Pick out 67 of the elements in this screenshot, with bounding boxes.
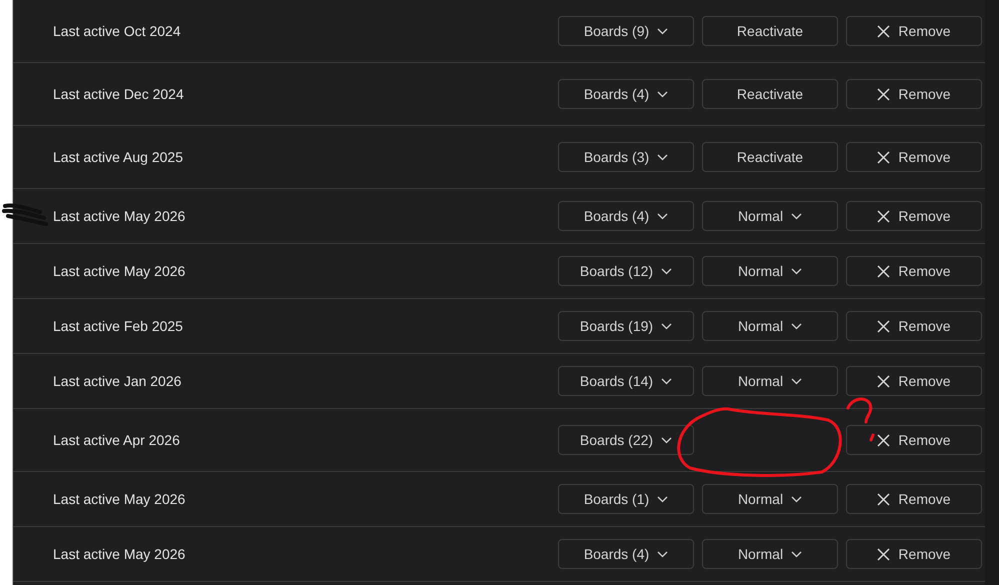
remove-button[interactable]: Remove <box>846 539 982 569</box>
reactivate-button[interactable]: Reactivate <box>702 79 838 109</box>
close-icon <box>877 374 890 388</box>
chevron-down-icon <box>657 550 668 558</box>
boards-dropdown[interactable]: Boards (3) <box>558 142 694 172</box>
last-active-text: Last active May 2026 <box>53 490 186 506</box>
close-icon <box>877 434 890 446</box>
remove-button[interactable]: Remove <box>846 79 982 109</box>
reactivate-button[interactable]: Reactivate <box>702 142 838 172</box>
reactivate-button[interactable]: Reactivate <box>702 16 838 46</box>
last-active-text: Last active May 2026 <box>53 262 186 278</box>
chevron-down-icon <box>657 90 668 98</box>
chevron-down-icon <box>791 378 802 384</box>
question-mark-drawing <box>846 398 874 442</box>
last-active-text: Last active Apr 2026 <box>53 432 180 448</box>
remove-button[interactable]: Remove <box>846 311 982 341</box>
chevron-down-icon <box>791 268 802 274</box>
status-dropdown[interactable]: Normal <box>702 539 838 569</box>
remove-button[interactable]: Remove <box>846 142 982 172</box>
chevron-down-icon <box>657 496 668 502</box>
status-dropdown[interactable]: Normal <box>702 201 838 231</box>
close-icon <box>877 320 890 332</box>
close-icon <box>877 24 890 38</box>
remove-button[interactable]: Remove <box>846 201 982 231</box>
boards-dropdown[interactable]: Boards (14) <box>558 366 694 396</box>
scribble-drawing <box>2 204 48 226</box>
remove-button[interactable]: Remove <box>846 256 982 286</box>
last-active-text: Last active Jan 2026 <box>53 372 182 388</box>
last-active-text: Last active Feb 2025 <box>53 318 183 334</box>
last-active-text: Last active Aug 2025 <box>53 148 183 164</box>
close-icon <box>877 264 890 278</box>
chevron-down-icon <box>661 436 672 444</box>
status-dropdown[interactable]: Normal <box>702 484 838 514</box>
chevron-down-icon <box>791 212 802 220</box>
chevron-down-icon <box>657 212 668 220</box>
status-dropdown[interactable]: Normal <box>702 366 838 396</box>
boards-dropdown[interactable]: Boards (4) <box>558 201 694 231</box>
last-active-text: Last active May 2026 <box>53 208 186 224</box>
close-icon <box>877 88 890 100</box>
chevron-down-icon <box>657 28 668 34</box>
last-active-text: Last active Oct 2024 <box>53 22 181 38</box>
boards-dropdown[interactable]: Boards (4) <box>558 539 694 569</box>
close-icon <box>877 492 890 506</box>
chevron-down-icon <box>661 268 672 274</box>
remove-button[interactable]: Remove <box>846 366 982 396</box>
remove-button[interactable]: Remove <box>846 16 982 46</box>
chevron-down-icon <box>791 322 802 330</box>
boards-dropdown[interactable]: Boards (9) <box>558 16 694 46</box>
status-dropdown[interactable]: Normal <box>702 256 838 286</box>
chevron-down-icon <box>657 154 668 160</box>
boards-dropdown[interactable]: Boards (19) <box>558 311 694 341</box>
boards-dropdown[interactable]: Boards (4) <box>558 79 694 109</box>
last-active-text: Last active May 2026 <box>53 546 186 562</box>
close-icon <box>877 548 890 560</box>
status-dropdown[interactable]: Normal <box>702 311 838 341</box>
remove-button[interactable]: Remove <box>846 425 982 455</box>
boards-dropdown[interactable]: Boards (1) <box>558 484 694 514</box>
close-icon <box>877 210 890 222</box>
chevron-down-icon <box>661 378 672 384</box>
remove-button[interactable]: Remove <box>846 484 982 514</box>
last-active-text: Last active Dec 2024 <box>53 86 184 102</box>
close-icon <box>877 150 890 164</box>
chevron-down-icon <box>661 322 672 330</box>
chevron-down-icon <box>791 550 802 558</box>
boards-dropdown[interactable]: Boards (12) <box>558 256 694 286</box>
boards-dropdown[interactable]: Boards (22) <box>558 425 694 455</box>
chevron-down-icon <box>791 496 802 502</box>
